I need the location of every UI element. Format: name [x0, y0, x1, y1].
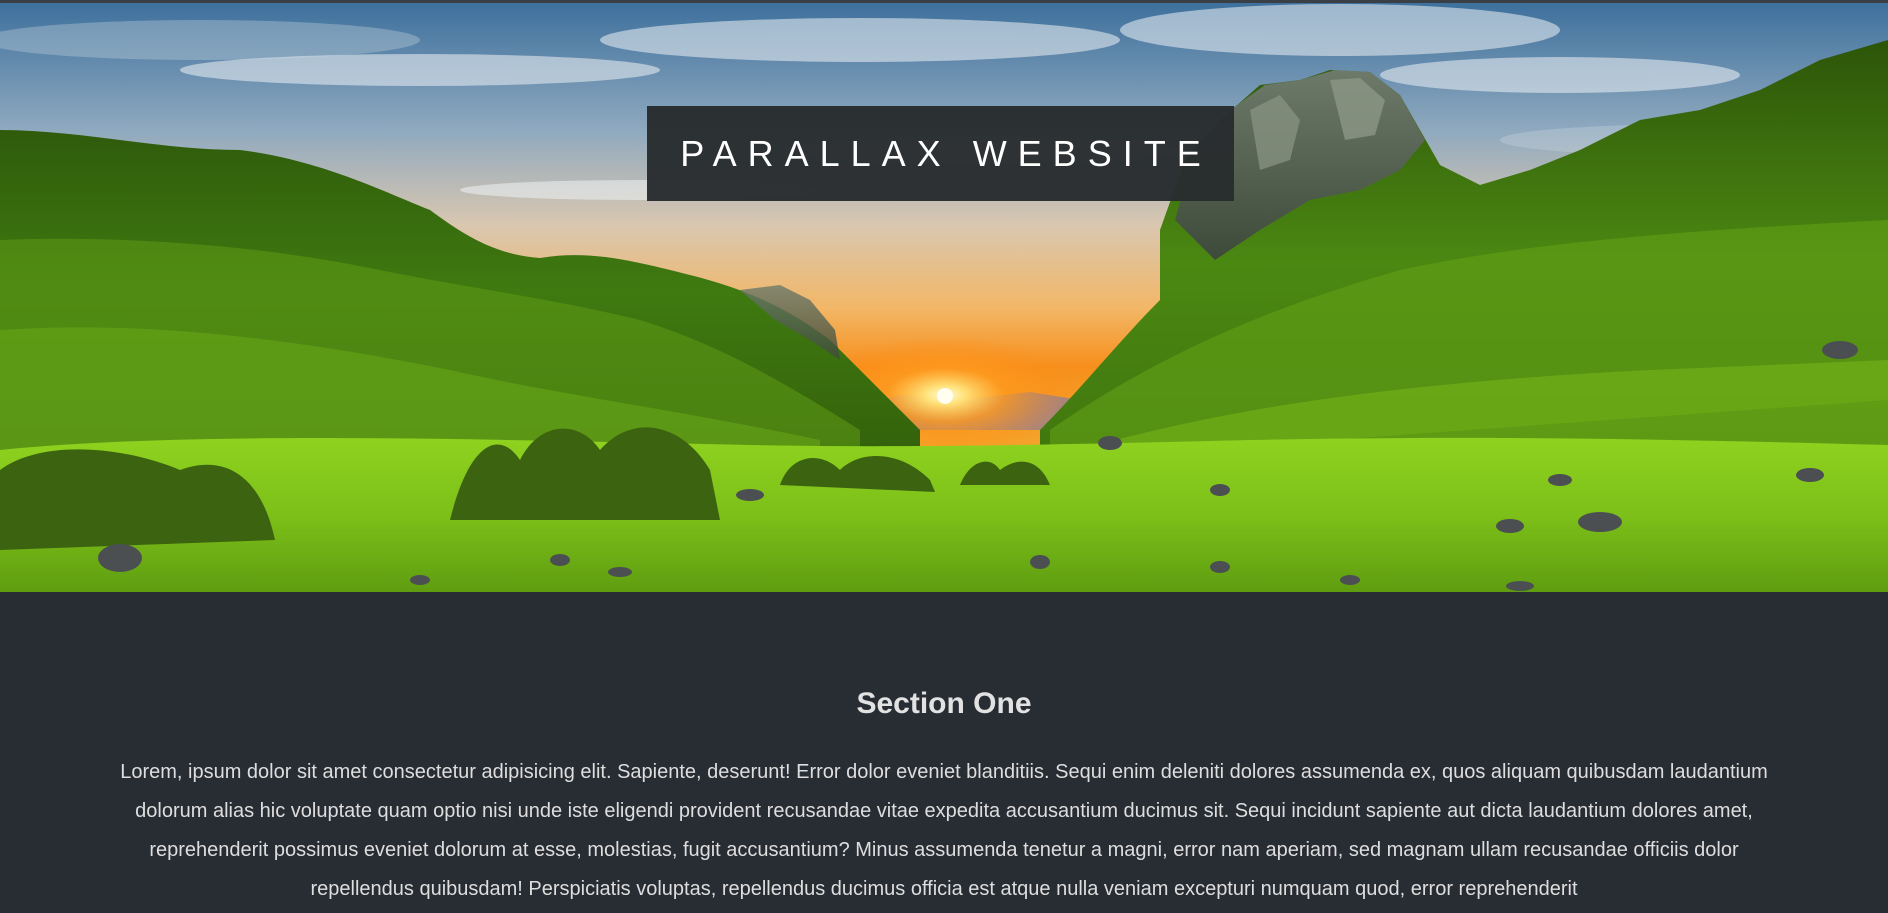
section-one: Section One Lorem, ipsum dolor sit amet …: [0, 592, 1888, 913]
landscape-background-image: [0, 0, 1888, 592]
section-heading: Section One: [856, 687, 1032, 720]
page: PARALLAX WEBSITE Section One Lorem, ipsu…: [0, 0, 1888, 913]
hero-banner: PARALLAX WEBSITE: [0, 0, 1888, 592]
window-top-border: [0, 0, 1888, 3]
hero-title: PARALLAX WEBSITE: [680, 132, 1212, 174]
section-body-text: Lorem, ipsum dolor sit amet consectetur …: [120, 761, 1768, 900]
hero-title-box: PARALLAX WEBSITE: [647, 106, 1234, 201]
